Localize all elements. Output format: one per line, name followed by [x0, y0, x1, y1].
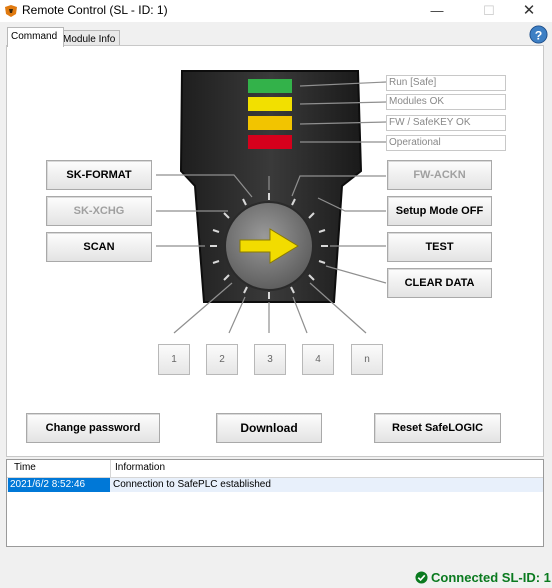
- log-header: Time Information: [7, 460, 543, 478]
- sk-format-button[interactable]: SK-FORMAT: [46, 160, 152, 190]
- column-header-time[interactable]: Time: [14, 462, 36, 473]
- table-row[interactable]: 2021/6/2 8:52:46 Connection to SafePLC e…: [7, 478, 543, 492]
- setup-mode-button[interactable]: Setup Mode OFF: [387, 196, 492, 226]
- led-label-fw: FW / SafeKEY OK: [386, 115, 506, 131]
- column-header-information[interactable]: Information: [115, 462, 165, 473]
- slot-button-n[interactable]: n: [351, 344, 383, 375]
- slot-button-2[interactable]: 2: [206, 344, 238, 375]
- slot-button-1[interactable]: 1: [158, 344, 190, 375]
- clear-data-button[interactable]: CLEAR DATA: [387, 268, 492, 298]
- connection-status: Connected SL-ID: 1: [415, 570, 551, 585]
- check-circle-icon: [415, 571, 428, 584]
- tab-command[interactable]: Command: [7, 27, 64, 47]
- log-time-cell: 2021/6/2 8:52:46: [8, 478, 110, 492]
- sk-xchg-button[interactable]: SK-XCHG: [46, 196, 152, 226]
- log-table[interactable]: Time Information 2021/6/2 8:52:46 Connec…: [6, 459, 544, 547]
- slot-button-4[interactable]: 4: [302, 344, 334, 375]
- led-operational: [248, 135, 292, 149]
- change-password-button[interactable]: Change password: [26, 413, 160, 443]
- fw-ackn-button[interactable]: FW-ACKN: [387, 160, 492, 190]
- column-divider[interactable]: [110, 460, 111, 477]
- led-label-operational: Operational: [386, 135, 506, 151]
- status-text: Connected SL-ID: 1: [431, 570, 551, 585]
- device-diagram: [156, 70, 387, 334]
- led-label-run: Run [Safe]: [386, 75, 506, 91]
- reset-safelogic-button[interactable]: Reset SafeLOGIC: [374, 413, 501, 443]
- test-button[interactable]: TEST: [387, 232, 492, 262]
- download-button[interactable]: Download: [216, 413, 322, 443]
- led-fw: [248, 116, 292, 130]
- led-run: [248, 79, 292, 93]
- scan-button[interactable]: SCAN: [46, 232, 152, 262]
- log-info-cell: Connection to SafePLC established: [113, 479, 271, 490]
- led-modules: [248, 97, 292, 111]
- led-label-modules: Modules OK: [386, 94, 506, 110]
- slot-button-3[interactable]: 3: [254, 344, 286, 375]
